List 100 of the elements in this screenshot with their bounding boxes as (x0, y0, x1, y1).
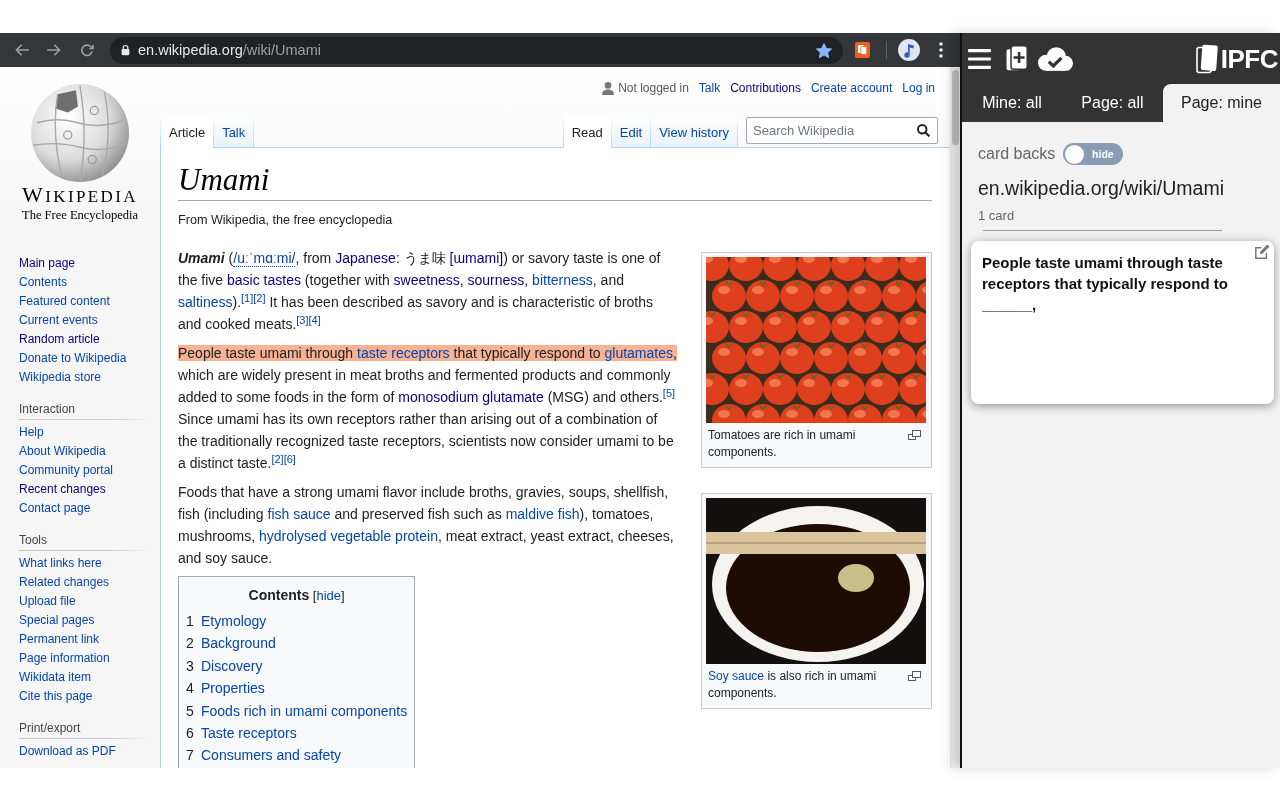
lock-icon (121, 44, 130, 56)
toggle-knob (1065, 144, 1085, 164)
tab[interactable]: Edit (611, 115, 652, 148)
enlarge-icon[interactable] (908, 430, 921, 440)
section-number: 1 (186, 612, 195, 631)
section-number: 5 (186, 701, 195, 721)
user-link[interactable]: Log in (902, 79, 935, 97)
article-link[interactable]: bitterness (532, 272, 593, 288)
sidebar-link[interactable]: Community portal (19, 461, 150, 480)
section-link[interactable]: Taste receptors (201, 722, 297, 745)
card-count-text: 1 card (978, 207, 1016, 225)
puzzle-globe-icon[interactable] (30, 84, 130, 182)
search-icon[interactable] (917, 124, 930, 137)
sidebar-link[interactable]: Permanent link (19, 630, 150, 649)
portlet-heading: Print/export (19, 720, 82, 737)
article-link[interactable]: hydrolysed vegetable protein (258, 528, 438, 544)
reload-icon[interactable] (81, 43, 94, 57)
section-link[interactable]: Properties (201, 677, 265, 700)
add-card-icon[interactable] (1005, 45, 1028, 72)
user-link[interactable]: Contributions (730, 79, 801, 97)
profile-avatar-icon[interactable] (898, 39, 920, 61)
toc-heading: Contents [hide] (247, 586, 346, 605)
article-link[interactable]: taste receptors (357, 345, 450, 361)
tab[interactable]: Mine: all (962, 84, 1062, 122)
article-paragraph: Foods that have a strong umami flavor include broths, gravies, soups, shellfish, fish (including fish sauce and preserved fish such as maldive fish), tomatoes, mushrooms, hydrolysed vegetable protein, meat extract, yeast extract, cheeses, and soy sauce. (178, 483, 675, 568)
sidebar-link[interactable]: Random article (19, 330, 150, 349)
section-number: 3 (186, 656, 195, 676)
sidebar-link[interactable]: Page information (19, 649, 150, 668)
citation-link[interactable]: [2] (253, 291, 266, 304)
enlarge-icon[interactable] (908, 671, 921, 681)
section-link[interactable]: Discovery (201, 654, 263, 678)
article-link[interactable]: [ɯmami] (449, 250, 504, 266)
search-field[interactable]: Search Wikipedia (746, 117, 938, 144)
sidebar-link[interactable]: Contents (19, 273, 150, 292)
page-title: Umami (178, 160, 932, 201)
sidebar-link[interactable]: Special pages (19, 611, 150, 630)
sidebar-link[interactable]: Download as PDF (19, 742, 150, 761)
cards-logo-icon (1195, 43, 1218, 74)
scrollbar-thumb[interactable] (952, 70, 959, 145)
image-caption: Soy sauce is also rich in umami components. (708, 669, 877, 700)
sidebar-link[interactable]: Current events (19, 311, 150, 330)
citation-link[interactable]: [4] (308, 313, 321, 326)
portlet-heading: Tools (19, 532, 48, 549)
tab[interactable]: Page: all (1062, 84, 1163, 122)
section-link[interactable]: Background (201, 632, 276, 655)
section-link[interactable]: Etymology (201, 610, 267, 633)
article-link[interactable]: basic tastes (227, 272, 301, 288)
user-link[interactable]: Create account (810, 79, 893, 97)
sidebar-link[interactable]: Wikidata item (19, 668, 150, 687)
sidebar-link[interactable]: Cite this page (19, 687, 150, 706)
sidebar-link[interactable]: Related changes (19, 573, 150, 592)
more-menu-icon[interactable] (939, 42, 943, 58)
sidebar-link[interactable]: What links here (19, 554, 150, 573)
citation-link[interactable]: [3] (296, 313, 309, 326)
article-link[interactable]: glutamates (604, 345, 673, 361)
user-icon (602, 81, 615, 95)
menu-icon[interactable] (968, 48, 991, 69)
extension-icon[interactable] (855, 42, 870, 58)
tab[interactable]: Talk (214, 115, 255, 148)
sidebar-link[interactable]: Wikipedia store (19, 368, 150, 387)
user-link[interactable]: Talk (698, 79, 721, 97)
sidebar-link[interactable]: Donate to Wikipedia (19, 349, 150, 368)
article-link[interactable]: monosodium glutamate (398, 389, 544, 405)
tab[interactable]: Article (160, 115, 215, 148)
card-front-text: People taste umami through taste receptors that typically respond to ______, (982, 253, 1229, 315)
section-link[interactable]: Foods rich in umami components (201, 699, 408, 723)
citation-link[interactable]: [2] (271, 452, 284, 465)
tab[interactable]: Page: mine (1163, 84, 1280, 122)
forward-icon[interactable] (47, 44, 61, 56)
bookmark-star-icon[interactable] (816, 42, 832, 58)
article-link[interactable]: maldive fish (505, 506, 580, 522)
citation-link[interactable]: [5] (662, 386, 676, 399)
article-link[interactable]: Japanese (335, 250, 396, 266)
sidebar-link[interactable]: Featured content (19, 292, 150, 311)
sidebar-link[interactable]: About Wikipedia (19, 442, 150, 461)
card-backs-label: card backs (978, 143, 1056, 164)
caption-link[interactable]: Soy sauce (708, 669, 765, 683)
tagline-text: The Free Encyclopedia (22, 208, 138, 222)
flashcard[interactable]: People taste umami through taste receptors that typically respond to ______, (971, 241, 1274, 404)
article-link[interactable]: saltiness (178, 294, 233, 310)
sidebar-link[interactable]: Main page (19, 254, 150, 273)
sidebar-link[interactable]: Upload file (19, 592, 150, 611)
article-link[interactable]: fish sauce (267, 506, 331, 522)
sidebar-link[interactable]: Recent changes (19, 480, 150, 499)
sidebar-link[interactable]: Contact page (19, 499, 150, 518)
tab[interactable]: Read (562, 115, 612, 148)
cloud-check-icon[interactable] (1038, 46, 1073, 71)
edit-icon[interactable] (1255, 244, 1270, 259)
sidebar-link[interactable]: Help (19, 423, 150, 442)
back-icon[interactable] (15, 44, 29, 56)
pronunciation-link[interactable]: /uːˈmɑːmi/ (233, 250, 296, 267)
address-bar[interactable]: en.wikipedia.org/wiki/Umami (110, 36, 843, 64)
article-link[interactable]: sweetness (393, 272, 460, 288)
citation-link[interactable]: [6] (283, 452, 296, 465)
citation-link[interactable]: [1] (241, 291, 254, 304)
section-number: 7 (186, 746, 195, 766)
tab[interactable]: View history (651, 115, 738, 148)
section-number: 2 (186, 634, 195, 654)
section-link[interactable]: Consumers and safety (201, 744, 342, 767)
app-logo-text: IPFC (1220, 43, 1278, 74)
